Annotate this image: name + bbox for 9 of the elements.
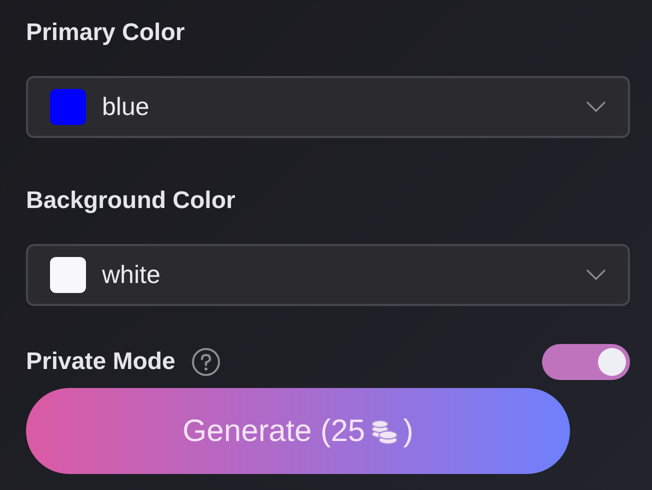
color-select[interactable]: white [26, 244, 630, 306]
private-mode-toggle[interactable] [542, 344, 630, 380]
help-icon[interactable] [191, 347, 222, 377]
field-label: Background Color [26, 186, 236, 216]
field-label: Primary Color [26, 18, 186, 48]
chevron-down-icon [586, 101, 606, 113]
chevron-down-icon [586, 269, 606, 281]
private-mode-label: Private Mode [26, 348, 176, 376]
color-select[interactable]: blue [26, 76, 630, 138]
